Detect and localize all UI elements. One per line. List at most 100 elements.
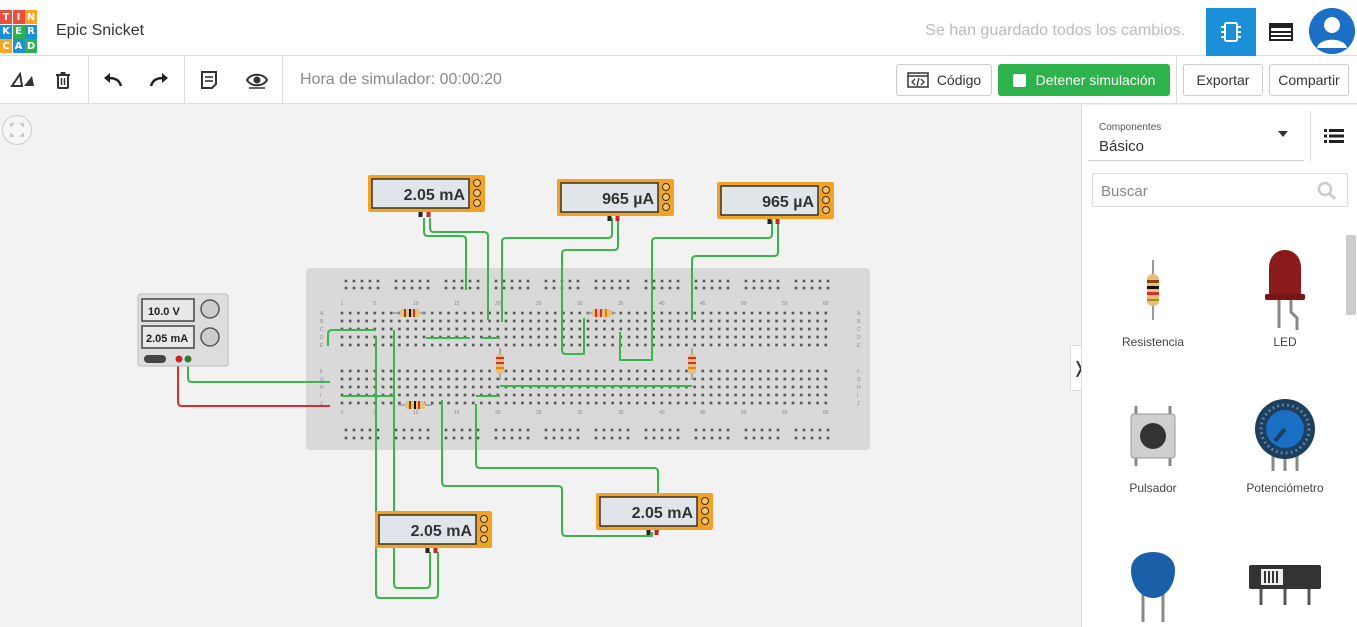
breadboard-hole[interactable] [726,401,729,405]
component-resistor[interactable]: Resistencia [1093,245,1213,349]
breadboard-hole[interactable] [365,369,368,373]
meter-mode-button[interactable] [701,507,709,515]
breadboard-hole[interactable] [570,319,573,323]
breadboard-hole[interactable] [480,343,483,347]
breadboard-hole[interactable] [685,369,688,373]
breadboard-hole[interactable] [414,377,418,381]
breadboard-hole[interactable] [488,377,491,381]
breadboard-hole[interactable] [810,286,814,290]
breadboard-hole[interactable] [709,385,713,389]
breadboard-hole[interactable] [660,369,664,373]
breadboard-hole[interactable] [521,343,524,347]
breadboard-hole[interactable] [402,436,406,440]
breadboard-hole[interactable] [422,393,426,397]
breadboard-hole[interactable] [545,311,549,315]
component-led[interactable]: LED [1225,245,1345,349]
breadboard-hole[interactable] [693,311,696,315]
breadboard-hole[interactable] [576,279,580,283]
breadboard-hole[interactable] [586,369,590,373]
breadboard-hole[interactable] [744,279,748,283]
breadboard-hole[interactable] [510,279,514,283]
breadboard-hole[interactable] [340,385,344,389]
breadboard-hole[interactable] [758,335,762,339]
breadboard-hole[interactable] [381,377,385,381]
breadboard-hole[interactable] [422,369,426,373]
breadboard-hole[interactable] [758,343,762,347]
breadboard-hole[interactable] [512,319,516,323]
visibility-button[interactable] [234,56,280,104]
breadboard-hole[interactable] [627,319,631,323]
breadboard-hole[interactable] [381,319,385,323]
breadboard-hole[interactable] [618,436,622,440]
meter-mode-button[interactable] [662,203,670,211]
breadboard-hole[interactable] [368,436,372,440]
meter-mode-button[interactable] [473,189,481,197]
breadboard-hole[interactable] [496,401,500,405]
breadboard-hole[interactable] [752,436,756,440]
breadboard-hole[interactable] [726,377,729,381]
breadboard-hole[interactable] [344,286,348,290]
breadboard-hole[interactable] [602,428,606,432]
search-icon[interactable] [1317,181,1337,201]
breadboard-hole[interactable] [824,327,828,331]
breadboard-hole[interactable] [783,385,787,389]
breadboard-hole[interactable] [488,369,491,373]
breadboard-hole[interactable] [694,428,698,432]
breadboard-hole[interactable] [652,393,655,397]
breadboard-hole[interactable] [767,385,770,389]
breadboard-hole[interactable] [422,385,426,389]
breadboard-hole[interactable] [802,436,806,440]
breadboard-hole[interactable] [717,369,721,373]
breadboard-hole[interactable] [794,436,798,440]
breadboard-hole[interactable] [439,319,442,323]
breadboard-hole[interactable] [818,279,822,283]
breadboard-hole[interactable] [826,436,830,440]
breadboard-hole[interactable] [439,311,442,315]
breadboard-hole[interactable] [545,319,549,323]
breadboard-hole[interactable] [709,335,713,339]
breadboard-hole[interactable] [398,343,401,347]
breadboard-hole[interactable] [439,327,442,331]
breadboard-hole[interactable] [610,428,614,432]
breadboard-hole[interactable] [660,377,664,381]
breadboard-hole[interactable] [742,385,746,389]
breadboard-hole[interactable] [734,327,737,331]
breadboard-hole[interactable] [611,393,614,397]
breadboard-hole[interactable] [799,385,803,389]
breadboard-hole[interactable] [414,343,418,347]
breadboard-hole[interactable] [775,377,778,381]
breadboard-hole[interactable] [455,401,459,405]
multimeter[interactable]: 965 µA [557,179,674,221]
breadboard-hole[interactable] [635,343,639,347]
breadboard-hole[interactable] [553,369,557,373]
breadboard-hole[interactable] [744,428,748,432]
breadboard-hole[interactable] [776,286,780,290]
breadboard-hole[interactable] [494,428,498,432]
breadboard-hole[interactable] [476,428,480,432]
breadboard-hole[interactable] [512,335,516,339]
breadboard-hole[interactable] [394,428,398,432]
breadboard-hole[interactable] [521,377,524,381]
breadboard-hole[interactable] [726,369,729,373]
breadboard-hole[interactable] [750,311,754,315]
breadboard-hole[interactable] [576,286,580,290]
breadboard-hole[interactable] [644,319,647,323]
breadboard-hole[interactable] [406,377,409,381]
breadboard-hole[interactable] [694,286,698,290]
breadboard-hole[interactable] [512,377,516,381]
breadboard-hole[interactable] [496,311,500,315]
breadboard-hole[interactable] [594,327,598,331]
breadboard-hole[interactable] [783,327,787,331]
breadboard-hole[interactable] [426,428,430,432]
breadboard-hole[interactable] [709,401,713,405]
breadboard-hole[interactable] [439,393,442,397]
breadboard-hole[interactable] [476,286,480,290]
breadboard-hole[interactable] [439,343,442,347]
breadboard-hole[interactable] [510,428,514,432]
breadboard-hole[interactable] [504,369,508,373]
breadboard-hole[interactable] [578,377,582,381]
breadboard-hole[interactable] [494,286,498,290]
breadboard-hole[interactable] [426,279,430,283]
breadboard-hole[interactable] [799,401,803,405]
breadboard-hole[interactable] [644,343,647,347]
